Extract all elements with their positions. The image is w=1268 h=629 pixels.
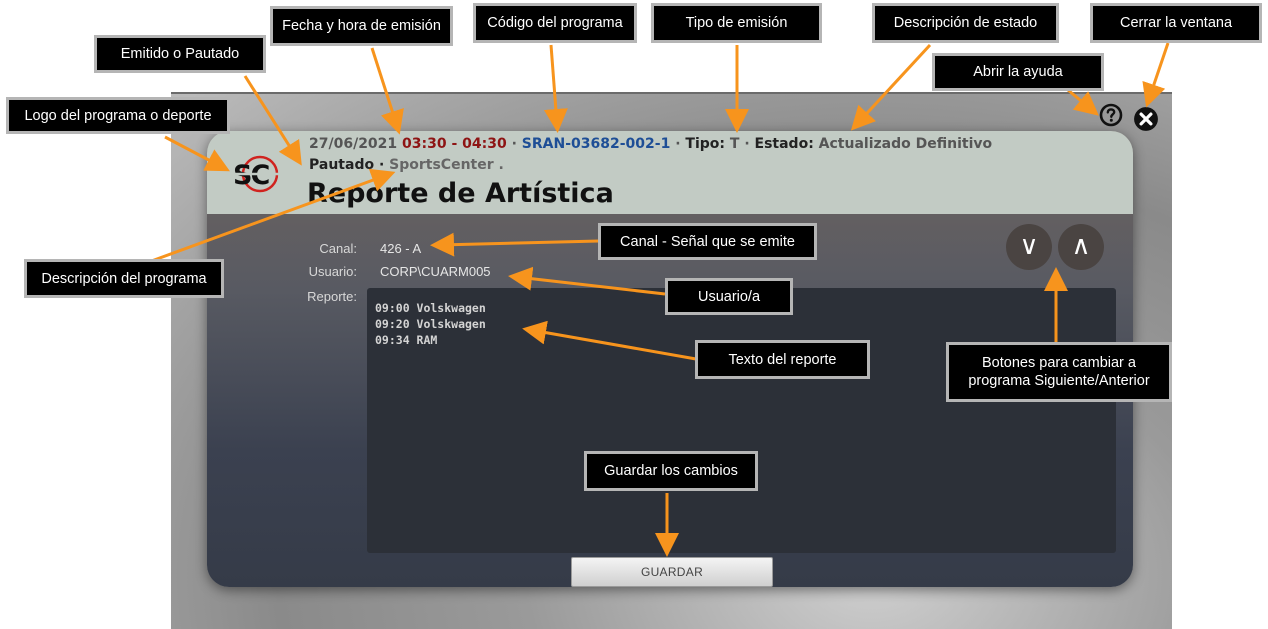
callout-emitido: Emitido o Pautado (94, 35, 266, 73)
callout-botones: Botones para cambiar a programa Siguient… (946, 342, 1172, 402)
program-status-line: Pautado · SportsCenter . (309, 157, 504, 173)
callout-ayuda: Abrir la ayuda (932, 53, 1104, 91)
separator: · (511, 136, 517, 152)
previous-program-button[interactable]: ∧ (1058, 224, 1104, 270)
separator: · (744, 136, 750, 152)
usuario-value: CORP\CUARM005 (380, 264, 491, 279)
callout-texto: Texto del reporte (695, 340, 870, 379)
dialog-header: SC 27/06/2021 03:30 - 04:30 · SRAN-03682… (207, 131, 1133, 214)
program-code: SRAN-03682-002-1 (521, 136, 671, 152)
reporte-label: Reporte: (307, 289, 357, 304)
estado-label: Estado: (754, 136, 814, 152)
tipo-label: Tipo: (685, 136, 725, 152)
canal-value: 426 - A (380, 241, 422, 256)
save-button[interactable]: GUARDAR (571, 557, 773, 587)
emitido-status: Pautado (309, 157, 375, 173)
usuario-label: Usuario: (308, 264, 357, 279)
callout-descripcion: Descripción del programa (24, 259, 224, 298)
tipo-value: T (729, 136, 740, 152)
estado-value: Actualizado Definitivo (818, 136, 993, 152)
next-program-button[interactable]: ∨ (1006, 224, 1052, 270)
separator: · (378, 157, 385, 173)
help-icon[interactable] (1099, 103, 1123, 127)
callout-guardar: Guardar los cambios (584, 451, 758, 491)
callout-cerrar: Cerrar la ventana (1090, 3, 1262, 43)
broadcast-time: 03:30 - 04:30 (402, 136, 507, 152)
report-text[interactable]: 09:00 Volskwagen 09:20 Volskwagen 09:34 … (375, 300, 486, 348)
arrow-cerrar (1142, 42, 1170, 108)
canal-label: Canal: (319, 241, 357, 256)
callout-fecha: Fecha y hora de emisión (270, 6, 453, 46)
program-info-line: 27/06/2021 03:30 - 04:30 · SRAN-03682-00… (309, 136, 992, 152)
report-textarea[interactable]: 09:00 Volskwagen 09:20 Volskwagen 09:34 … (367, 288, 1116, 553)
svg-text:SC: SC (233, 160, 269, 191)
program-description: SportsCenter . (389, 157, 504, 173)
callout-estado: Descripción de estado (872, 3, 1059, 43)
callout-codigo: Código del programa (473, 3, 637, 43)
callout-tipo: Tipo de emisión (651, 3, 822, 43)
dialog-title: Reporte de Artística (307, 178, 614, 209)
broadcast-date: 27/06/2021 (309, 136, 398, 152)
sportscenter-logo: SC (231, 155, 287, 193)
separator: · (675, 136, 681, 152)
callout-logo: Logo del programa o deporte (6, 97, 230, 134)
callout-usuario: Usuario/a (665, 278, 793, 315)
callout-canal: Canal - Señal que se emite (598, 223, 817, 260)
close-icon[interactable] (1133, 106, 1159, 132)
